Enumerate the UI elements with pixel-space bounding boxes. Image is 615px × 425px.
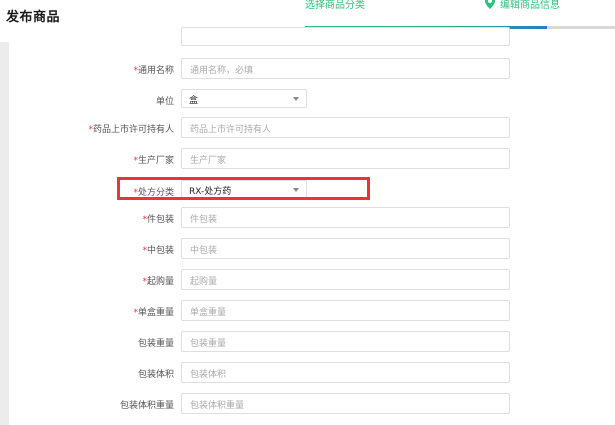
min-order-label: *起购量 — [142, 277, 174, 287]
form-row-manufacturer: *生产厂家 生产厂家 — [9, 148, 615, 172]
location-pin-icon — [485, 0, 495, 9]
middle-pack-input[interactable]: 中包装 — [181, 238, 510, 259]
min-order-input[interactable]: 起购量 — [181, 269, 510, 290]
generic-name-input[interactable]: 通用名称，必填 — [181, 58, 510, 79]
package-weight-input[interactable]: 包装重量 — [181, 331, 510, 352]
top-partial-input[interactable] — [181, 27, 510, 46]
mah-input[interactable]: 药品上市许可持有人 — [181, 117, 510, 138]
form-row-box-weight: *单盒重量 单盒重量 — [9, 300, 615, 324]
package-volume-weight-label: 包装体积重量 — [119, 401, 174, 411]
form-row-package-weight: 包装重量 包装重量 — [9, 331, 615, 355]
form-row-package-volume-weight: 包装体积重量 包装体积重量 — [9, 393, 615, 417]
unit-label: 单位 — [155, 97, 174, 107]
manufacturer-label: *生产厂家 — [133, 156, 174, 166]
form-row-top — [9, 27, 615, 51]
manufacturer-input[interactable]: 生产厂家 — [181, 148, 510, 169]
package-volume-label: 包装体积 — [137, 370, 174, 380]
case-pack-input[interactable]: 件包装 — [181, 207, 510, 228]
form-row-middle-pack: *中包装 中包装 — [9, 238, 615, 262]
box-weight-label: *单盒重量 — [133, 308, 174, 318]
highlight-box — [117, 177, 370, 200]
form-row-package-volume: 包装体积 包装体积 — [9, 362, 615, 386]
chevron-down-icon — [293, 97, 299, 101]
step-edit-info[interactable]: 编辑商品信息 — [500, 0, 560, 11]
unit-select[interactable]: 盒 — [181, 89, 307, 108]
form-row-case-pack: *件包装 件包装 — [9, 207, 615, 231]
box-weight-input[interactable]: 单盒重量 — [181, 300, 510, 321]
package-weight-label: 包装重量 — [137, 339, 174, 349]
middle-pack-label: *中包装 — [142, 246, 174, 256]
package-volume-input[interactable]: 包装体积 — [181, 362, 510, 383]
publish-product-page: 发布商品 选择商品分类 编辑商品信息 *通用名称 通用名称，必填 单位 盒 *药… — [0, 0, 615, 425]
step-select-category[interactable]: 选择商品分类 — [305, 0, 365, 11]
mah-label: *药品上市许可持有人 — [88, 125, 174, 135]
case-pack-label: *件包装 — [142, 215, 174, 225]
form-row-mah: *药品上市许可持有人 药品上市许可持有人 — [9, 117, 615, 141]
form-row-unit: 单位 盒 — [9, 89, 615, 113]
form-row-min-order: *起购量 起购量 — [9, 269, 615, 293]
left-gutter — [0, 42, 9, 425]
unit-select-value: 盒 — [189, 96, 199, 106]
generic-name-label: *通用名称 — [133, 66, 174, 76]
package-volume-weight-input[interactable]: 包装体积重量 — [181, 393, 510, 414]
form-row-generic-name: *通用名称 通用名称，必填 — [9, 58, 615, 82]
page-title: 发布商品 — [6, 10, 61, 25]
